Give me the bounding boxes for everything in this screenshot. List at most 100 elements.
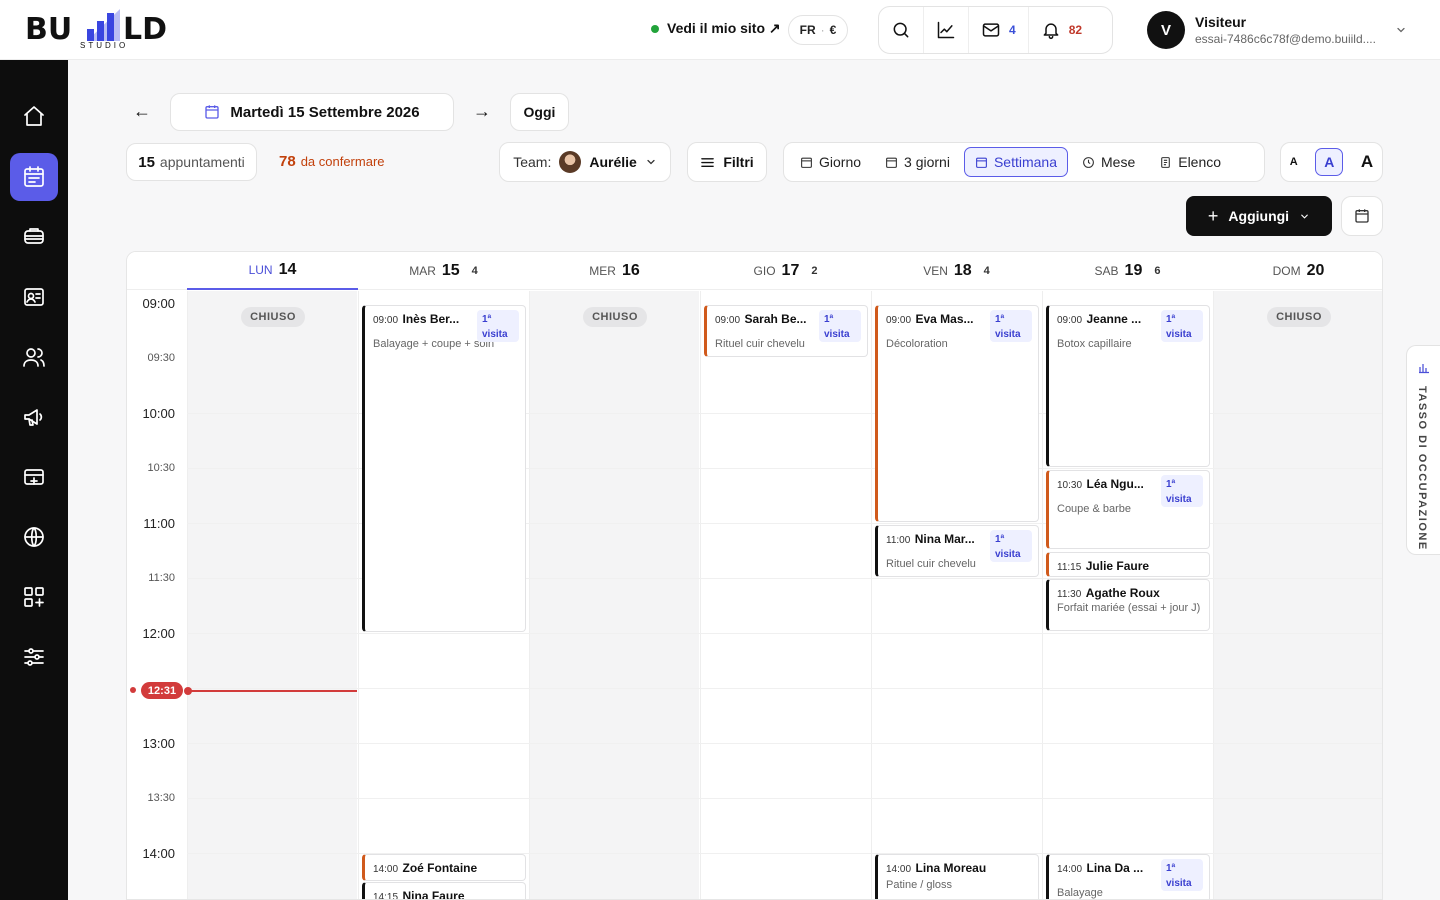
calendar-picker-button[interactable]	[1341, 196, 1383, 236]
appointment-card[interactable]: 14:00 Zoé Fontaine	[362, 854, 526, 881]
add-button[interactable]: + Aggiungi	[1186, 196, 1332, 236]
appointment-card[interactable]: 10:30 Léa Ngu... 1ª visita Coupe & barbe	[1046, 470, 1210, 549]
to-confirm-count: 78	[279, 153, 296, 170]
id-card-icon	[24, 288, 44, 306]
next-week-button[interactable]: →	[473, 101, 491, 122]
first-visit-badge: 1ª visita	[1161, 859, 1203, 891]
appointment-card[interactable]: 09:00 Inès Ber... 1ª visita Balayage + c…	[362, 305, 526, 632]
sidebar-item-payments[interactable]	[10, 453, 58, 501]
view-week-tab[interactable]: Settimana	[963, 147, 1068, 177]
avatar	[559, 151, 582, 173]
day-column-wed[interactable]: CHIUSO	[529, 291, 699, 899]
appointment-card[interactable]: 11:00 Nina Mar... 1ª visita Rituel cuir …	[875, 525, 1039, 577]
week-calendar: LUN 14 MAR 15 4 MER 16 GIO 17 2 VEN 18 4 SAB 19 6 …	[126, 251, 1383, 900]
analytics-button[interactable]	[924, 7, 969, 53]
appointments-count-badge: 15 appuntamenti	[126, 143, 257, 181]
first-visit-badge: 1ª visita	[819, 310, 861, 342]
prev-week-button[interactable]: ←	[133, 101, 151, 122]
calendar-icon	[886, 157, 897, 168]
appointment-card[interactable]: 09:00 Eva Mas... 1ª visita Décoloration	[875, 305, 1039, 522]
currency-symbol: €	[829, 23, 837, 37]
bell-icon	[1043, 23, 1059, 40]
globe-icon	[24, 527, 44, 547]
view-month-tab[interactable]: Mese	[1072, 147, 1145, 177]
font-size-large[interactable]: A	[1361, 152, 1373, 172]
closed-badge: CHIUSO	[583, 307, 647, 327]
sidebar-item-marketing[interactable]	[10, 393, 58, 441]
notifications-count: 82	[1068, 23, 1083, 37]
hour-label: 13:00	[142, 736, 175, 751]
sidebar-item-home[interactable]	[10, 92, 58, 140]
day-header-sun[interactable]: DOM 20	[1213, 252, 1382, 290]
occupancy-rate-tab[interactable]: TASSO DI OCCUPAZIONE	[1406, 345, 1440, 555]
search-icon	[893, 22, 909, 38]
appointment-card[interactable]: 14:00 Lina Da ... 1ª visita Balayage	[1046, 854, 1210, 899]
sidebar-item-team[interactable]	[10, 333, 58, 381]
filters-button[interactable]: Filtri	[687, 142, 767, 182]
messages-button[interactable]: 4	[969, 7, 1029, 53]
date-picker-button[interactable]: Martedì 15 Settembre 2026	[170, 93, 454, 131]
first-visit-badge: 1ª visita	[477, 310, 519, 342]
first-visit-badge: 1ª visita	[990, 530, 1032, 562]
appointments-count: 15	[138, 153, 155, 171]
calendar-icon	[205, 105, 220, 119]
current-date-label: Martedì 15 Settembre 2026	[230, 103, 420, 121]
credit-card-icon	[24, 469, 44, 485]
font-size-medium[interactable]: A	[1315, 148, 1344, 176]
hour-label: 09:00	[142, 296, 175, 311]
appointment-card[interactable]: 14:00 Lina Moreau Patine / gloss	[875, 854, 1039, 899]
day-column-mon[interactable]: CHIUSO	[187, 291, 357, 899]
font-size-switcher: A A A	[1280, 142, 1383, 182]
day-column-sun[interactable]: CHIUSO	[1213, 291, 1382, 899]
quick-actions: 4 82	[878, 6, 1113, 54]
brand-logo[interactable]: BU LD STUDIO	[25, 9, 185, 53]
layers-icon	[24, 228, 44, 244]
sidebar-item-calendar[interactable]	[10, 153, 58, 201]
sidebar-item-services[interactable]	[10, 213, 58, 261]
notifications-button[interactable]: 82	[1029, 7, 1094, 53]
clock-icon	[1083, 156, 1094, 168]
team-selector[interactable]: Team: Aurélie	[499, 142, 671, 182]
appointment-card[interactable]: 11:30 Agathe Roux Forfait mariée (essai …	[1046, 579, 1210, 631]
grid-plus-icon	[24, 587, 44, 607]
hour-label: 11:00	[143, 516, 175, 531]
calendar-icon	[976, 157, 987, 168]
day-header-thu[interactable]: GIO 17 2	[700, 252, 871, 290]
day-header-tue[interactable]: MAR 15 4	[358, 252, 529, 290]
day-column-thu[interactable]	[700, 291, 870, 899]
current-time-badge: 12:31	[141, 682, 183, 699]
brand-sub: STUDIO	[80, 41, 129, 50]
appointment-card[interactable]: 09:00 Sarah Be... 1ª visita Rituel cuir …	[704, 305, 868, 357]
user-email: essai-7486c6c78f@demo.buiild....	[1195, 32, 1376, 46]
sidebar-item-clients[interactable]	[10, 273, 58, 321]
to-confirm-link[interactable]: 78 da confermare	[279, 153, 385, 170]
search-button[interactable]	[891, 7, 924, 53]
hour-label: 09:30	[147, 352, 175, 364]
font-size-small[interactable]: A	[1290, 156, 1298, 168]
calendar-icon	[801, 157, 812, 168]
appointment-card[interactable]: 14:15 Nina Faure	[362, 882, 526, 899]
first-visit-badge: 1ª visita	[990, 310, 1032, 342]
messages-count: 4	[1009, 23, 1016, 37]
sidebar-item-website[interactable]	[10, 513, 58, 561]
language-currency-selector[interactable]: FR · €	[788, 15, 848, 45]
hour-label: 12:00	[142, 626, 175, 641]
view-site-link[interactable]: Vedi il mio sito ↗	[651, 20, 781, 37]
view-day-tab[interactable]: Giorno	[790, 147, 871, 177]
day-header-wed[interactable]: MER 16	[529, 252, 700, 290]
view-3days-tab[interactable]: 3 giorni	[875, 147, 960, 177]
day-header-sat[interactable]: SAB 19 6	[1042, 252, 1213, 290]
appointment-card[interactable]: 11:15 Julie Faure	[1046, 552, 1210, 577]
online-status-dot	[651, 24, 659, 33]
user-menu[interactable]: V Visiteur essai-7486c6c78f@demo.buiild.…	[1147, 11, 1376, 49]
hour-label: 10:30	[147, 462, 175, 474]
chevron-down-icon	[647, 159, 655, 165]
today-button[interactable]: Oggi	[510, 93, 569, 131]
view-list-tab[interactable]: Elenco	[1149, 147, 1231, 177]
chevron-down-icon[interactable]	[1395, 24, 1407, 36]
day-header-mon[interactable]: LUN 14	[187, 252, 358, 290]
appointment-card[interactable]: 09:00 Jeanne ... 1ª visita Botox capilla…	[1046, 305, 1210, 467]
day-header-fri[interactable]: VEN 18 4	[871, 252, 1042, 290]
sidebar-item-settings[interactable]	[10, 633, 58, 681]
sidebar-item-apps[interactable]	[10, 573, 58, 621]
